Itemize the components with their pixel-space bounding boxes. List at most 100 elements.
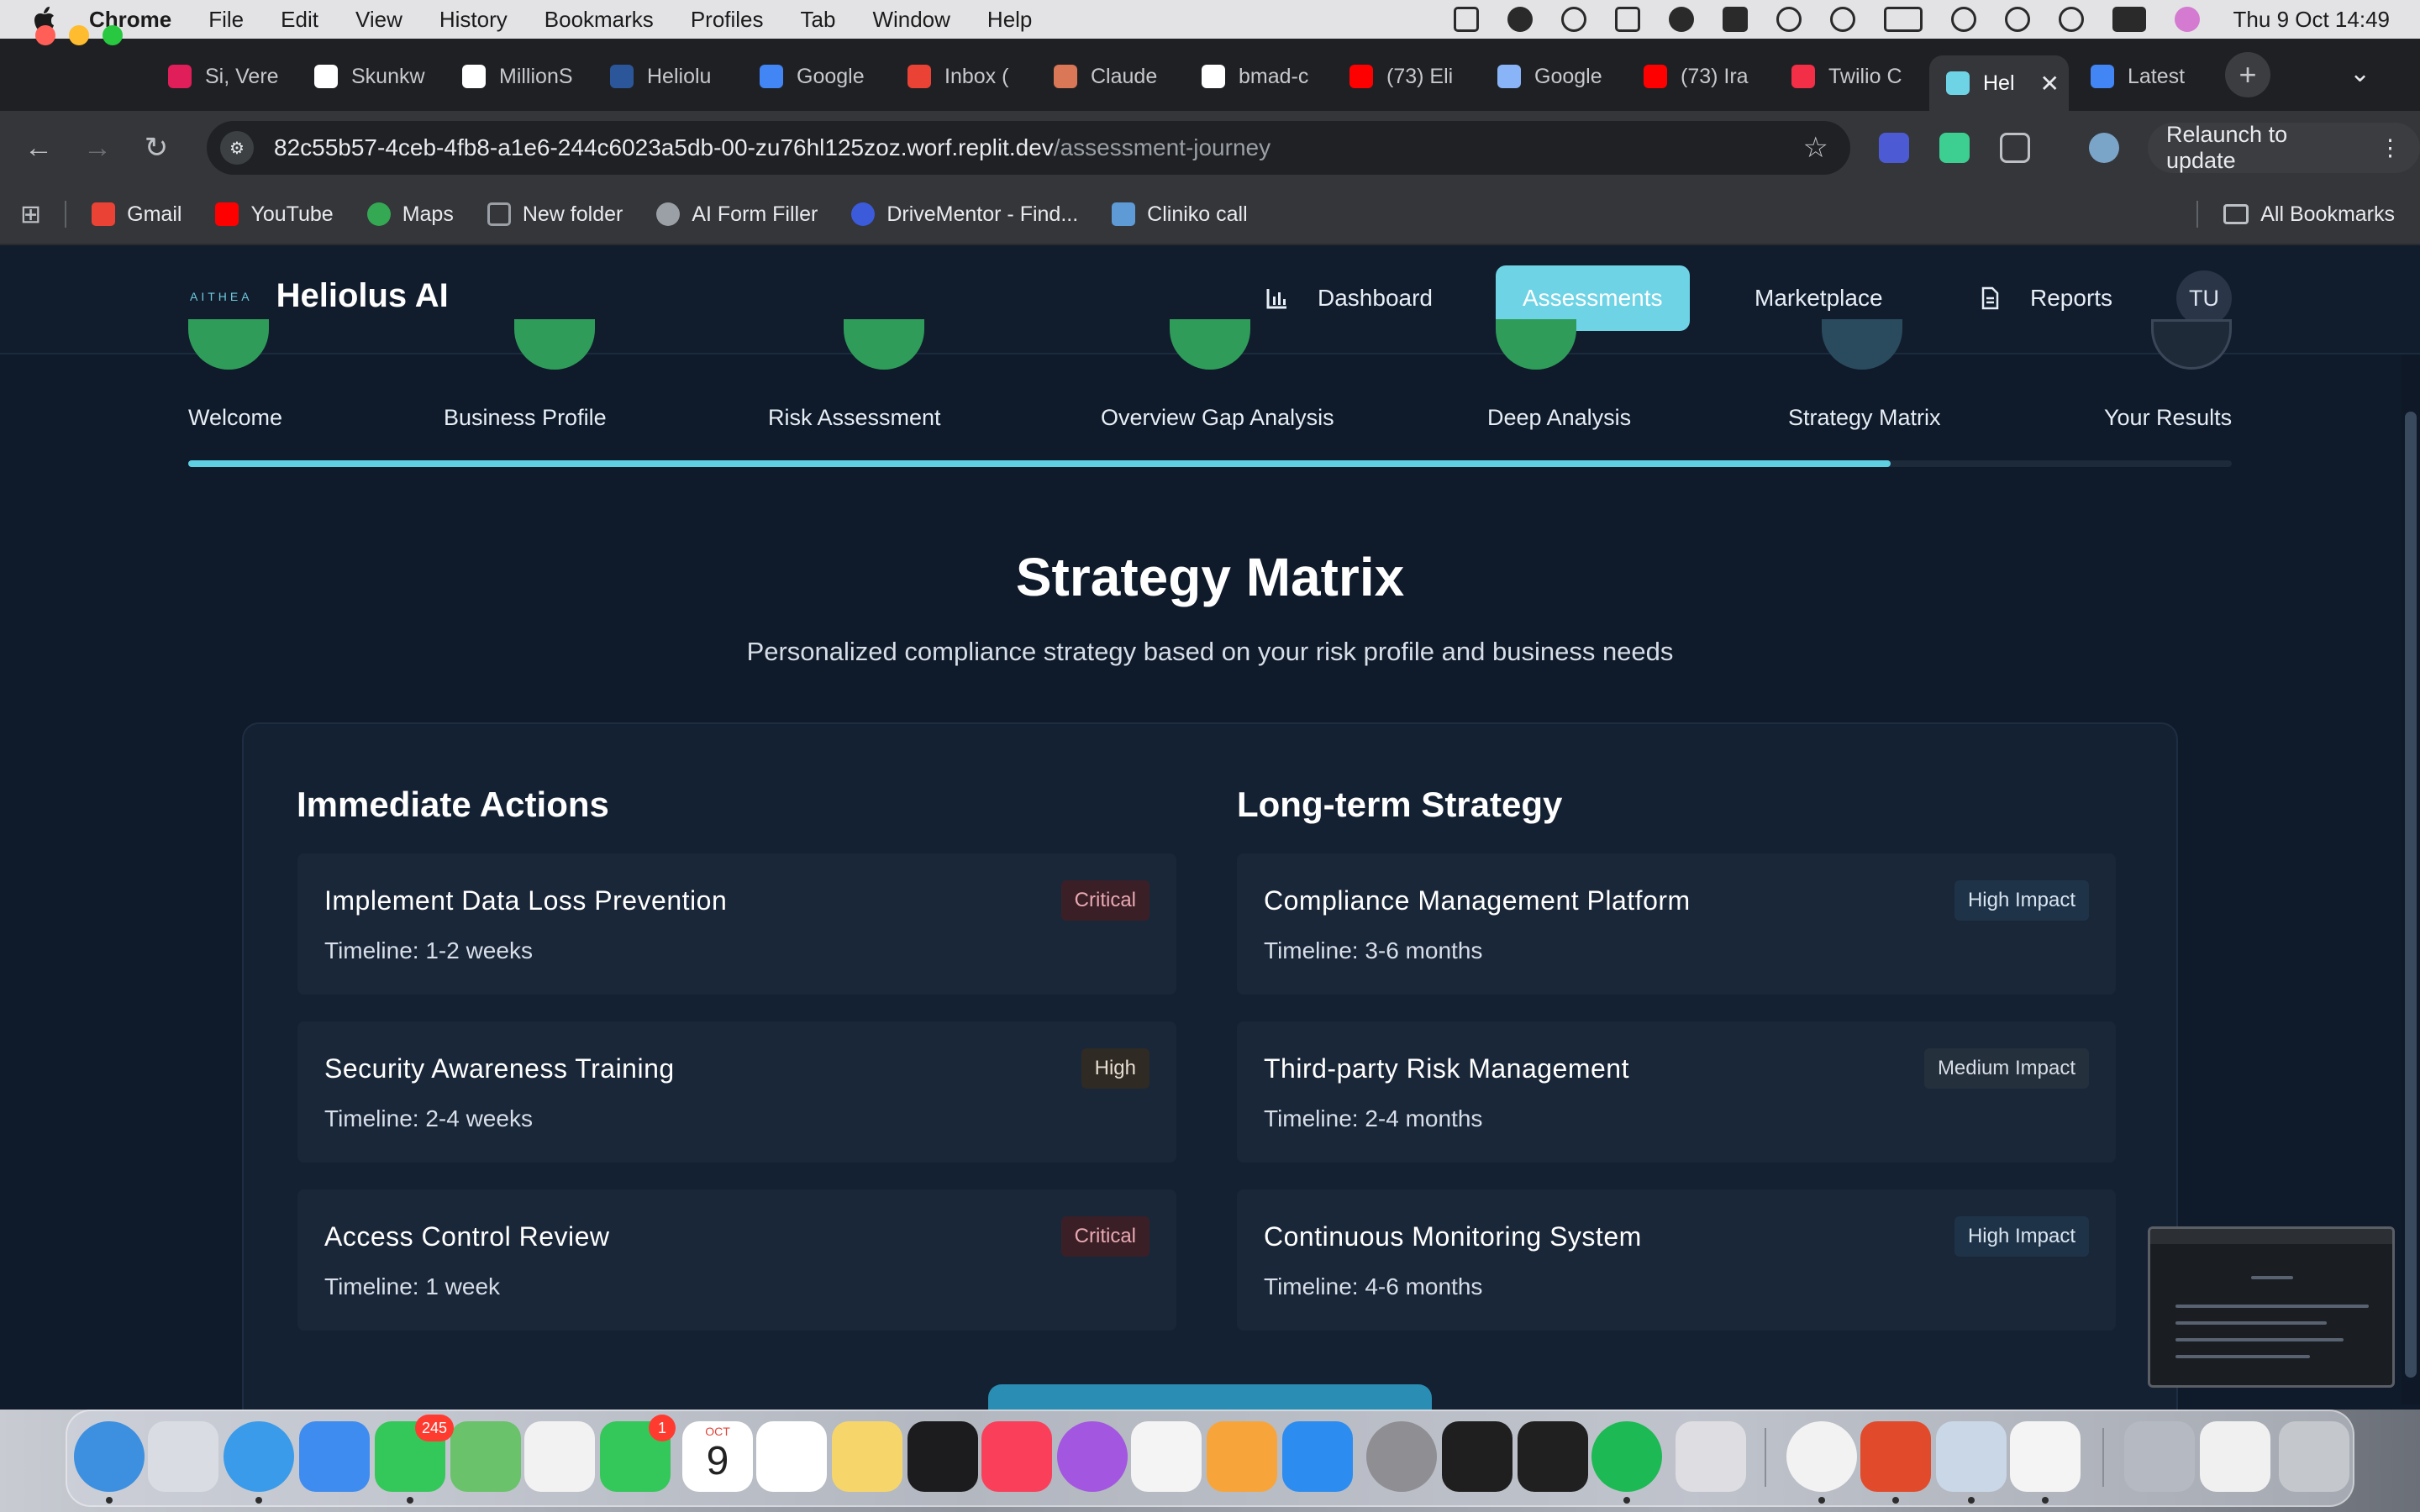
extensions-puzzle-icon[interactable] (2000, 133, 2030, 163)
step-label[interactable]: Strategy Matrix (1788, 405, 1941, 431)
user-avatar[interactable]: TU (2176, 270, 2232, 326)
menu-clock[interactable]: Thu 9 Oct 14:49 (2233, 7, 2390, 33)
browser-tab[interactable]: Google (760, 52, 877, 101)
step-indicator[interactable] (1496, 319, 1576, 370)
time-machine-icon[interactable] (2004, 7, 2030, 32)
back-icon[interactable]: ← (18, 128, 59, 168)
browser-tab[interactable]: Skunkw (314, 52, 432, 101)
browser-tab[interactable]: MillionS (462, 52, 580, 101)
browser-tab[interactable]: Heliolu (610, 52, 728, 101)
menu-history[interactable]: History (439, 7, 508, 33)
browser-tab[interactable]: (73) Eli (1349, 52, 1467, 101)
browser-tab[interactable]: Si, Vere (168, 52, 286, 101)
safari-icon[interactable] (224, 1421, 294, 1492)
menu-edit[interactable]: Edit (281, 7, 318, 33)
browser-tab[interactable]: bmad-c (1202, 52, 1319, 101)
display-icon[interactable] (1614, 7, 1640, 32)
relaunch-button[interactable]: Relaunch to update ⋮ (2148, 122, 2420, 173)
browser-tab[interactable]: Latest (2091, 52, 2217, 101)
preview-icon[interactable] (1936, 1421, 2007, 1492)
tab-search-chevron-icon[interactable]: ⌄ (2349, 59, 2370, 88)
all-bookmarks-button[interactable]: All Bookmarks (2196, 201, 2395, 228)
menu-profiles[interactable]: Profiles (691, 7, 764, 33)
menu-tab[interactable]: Tab (801, 7, 836, 33)
reload-icon[interactable]: ↻ (136, 128, 176, 168)
status-swirl-icon[interactable] (1560, 7, 1586, 32)
close-window-button[interactable] (35, 25, 55, 45)
menu-view[interactable]: View (355, 7, 402, 33)
iphone-mirroring-icon[interactable] (1676, 1421, 1746, 1492)
trash-icon[interactable] (2279, 1421, 2349, 1492)
slack-like-icon[interactable] (1860, 1421, 1931, 1492)
step-label[interactable]: Business Profile (444, 405, 607, 431)
photos-icon[interactable] (524, 1421, 595, 1492)
bookmark-new-folder[interactable]: New folder (487, 202, 623, 227)
finder-icon[interactable] (74, 1421, 145, 1492)
maps-icon[interactable] (450, 1421, 521, 1492)
strategy-card[interactable]: Compliance Management Platform Timeline: … (1237, 853, 2116, 995)
bookmark-youtube[interactable]: YouTube (215, 202, 334, 227)
memory-icon[interactable] (1722, 7, 1748, 32)
browser-tab[interactable]: Inbox ( (908, 52, 1025, 101)
music-notation-icon[interactable] (1442, 1421, 1512, 1492)
brand[interactable]: AITHEA Heliolus AI (190, 277, 449, 315)
music-icon[interactable] (981, 1421, 1052, 1492)
menu-help[interactable]: Help (987, 7, 1032, 33)
mail-icon[interactable] (299, 1421, 370, 1492)
new-tab-button[interactable]: + (2225, 52, 2270, 97)
battery-icon[interactable] (1883, 7, 1923, 32)
pages-icon[interactable] (1207, 1421, 1277, 1492)
step-label[interactable]: Welcome (188, 405, 282, 431)
strategy-card[interactable]: Third-party Risk Management Timeline: 2-4… (1237, 1021, 2116, 1163)
browser-tab[interactable]: (73) Ira (1644, 52, 1761, 101)
profile-avatar-icon[interactable] (2089, 133, 2119, 163)
spotify-icon[interactable] (1591, 1421, 1662, 1492)
apple-tv-icon[interactable] (908, 1421, 978, 1492)
browser-tab[interactable]: Claude (1054, 52, 1180, 101)
siri-icon[interactable] (2174, 7, 2200, 32)
mute-icon[interactable] (1829, 7, 1855, 32)
nav-reports[interactable]: Reports (1978, 265, 2112, 331)
launchpad-icon[interactable] (148, 1421, 218, 1492)
play-icon[interactable] (1776, 7, 1802, 32)
control-center-icon[interactable] (2112, 7, 2146, 32)
reminders-icon[interactable] (756, 1421, 827, 1492)
podcasts-icon[interactable] (1057, 1421, 1128, 1492)
step-indicator[interactable] (514, 319, 595, 370)
wifi-icon[interactable] (1950, 7, 1976, 32)
menu-window[interactable]: Window (872, 7, 950, 33)
spotlight-search-icon[interactable] (2058, 7, 2084, 32)
chrome-icon[interactable] (1786, 1421, 1857, 1492)
bookmark-gmail[interactable]: Gmail (92, 202, 182, 227)
minimize-window-button[interactable] (69, 25, 89, 45)
strategy-card[interactable]: Access Control Review Timeline: 1 week Cri… (297, 1189, 1176, 1331)
bookmark-ai-form-filler[interactable]: AI Form Filler (656, 202, 818, 227)
extension-icon[interactable] (1879, 133, 1909, 163)
step-label[interactable]: Deep Analysis (1487, 405, 1631, 431)
step-indicator[interactable] (1170, 319, 1250, 370)
documents-stack-icon[interactable] (2200, 1421, 2270, 1492)
app-store-icon[interactable] (1282, 1421, 1353, 1492)
status-app-icon[interactable] (1453, 7, 1479, 32)
menu-file[interactable]: File (208, 7, 244, 33)
screenshot-thumbnail[interactable] (2148, 1226, 2395, 1388)
grammarly-icon[interactable] (1507, 7, 1533, 32)
bookmark-drivementor[interactable]: DriveMentor - Find... (851, 202, 1078, 227)
system-settings-icon[interactable] (1366, 1421, 1437, 1492)
step-indicator[interactable] (188, 319, 269, 370)
shortcuts-app-icon[interactable] (1518, 1421, 1588, 1492)
bookmark-cliniko[interactable]: Cliniko call (1112, 202, 1248, 227)
step-indicator[interactable] (1822, 319, 1902, 370)
step-label[interactable]: Risk Assessment (768, 405, 941, 431)
browser-tab[interactable]: Twilio C (1791, 52, 1909, 101)
site-info-icon[interactable]: ⚙ (220, 131, 254, 165)
step-label[interactable]: Your Results (2104, 405, 2232, 431)
tab-close-icon[interactable]: ✕ (2040, 70, 2060, 97)
step-indicator[interactable] (2151, 319, 2232, 370)
more-menu-icon[interactable]: ⋮ (2379, 135, 2402, 161)
strategy-card[interactable]: Continuous Monitoring System Timeline: 4-… (1237, 1189, 2116, 1331)
help-icon[interactable] (2124, 1421, 2195, 1492)
zoom-window-button[interactable] (103, 25, 123, 45)
step-label[interactable]: Overview Gap Analysis (1101, 405, 1334, 431)
menu-bookmarks[interactable]: Bookmarks (544, 7, 654, 33)
